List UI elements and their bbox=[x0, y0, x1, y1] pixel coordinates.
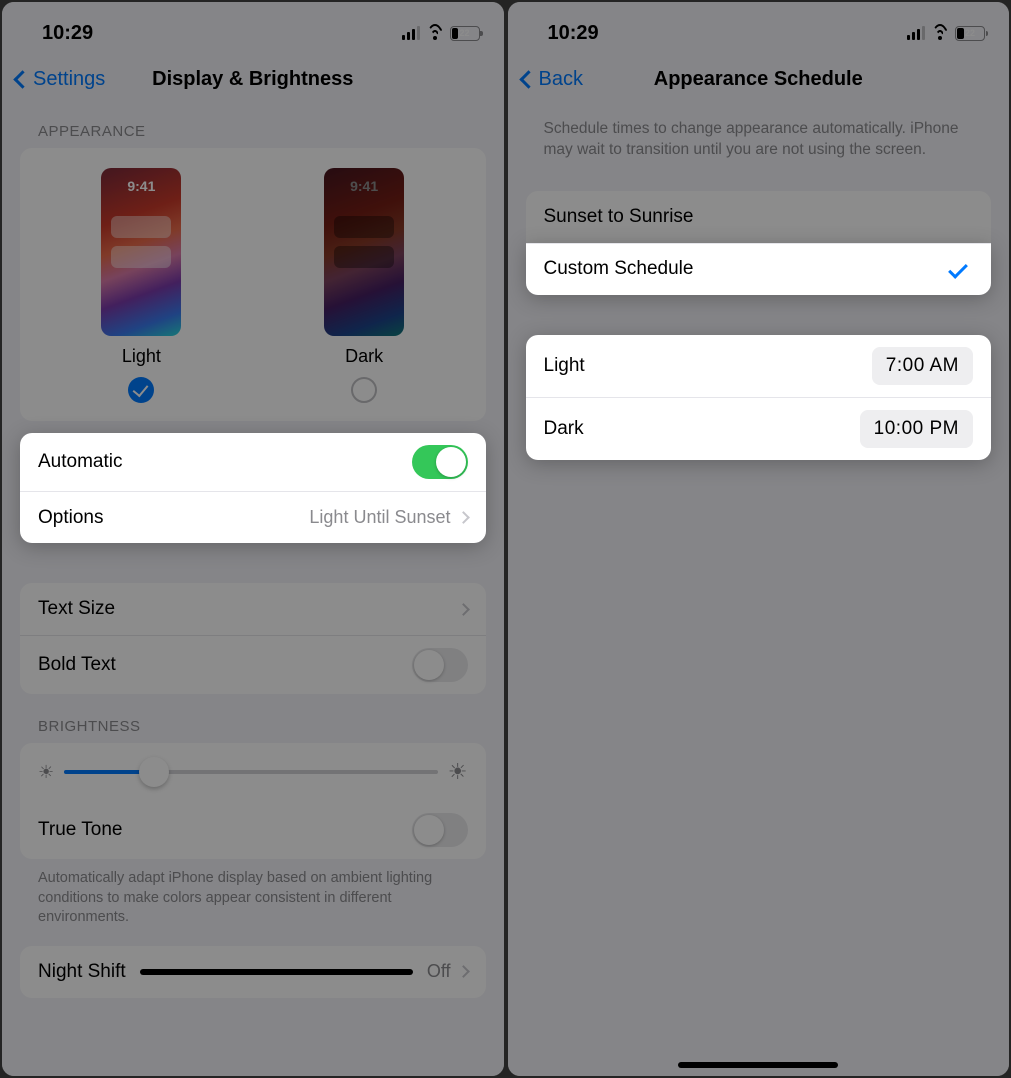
custom-schedule-row[interactable]: Custom Schedule bbox=[526, 243, 992, 295]
chevron-right-icon bbox=[457, 965, 470, 978]
automatic-label: Automatic bbox=[38, 451, 122, 473]
options-value: Light Until Sunset bbox=[309, 507, 450, 528]
automatic-row: Automatic bbox=[20, 433, 486, 491]
page-title: Appearance Schedule bbox=[654, 68, 863, 91]
schedule-type-group: Sunset to Sunrise Custom Schedule bbox=[526, 191, 992, 295]
status-time: 10:29 bbox=[548, 22, 599, 45]
appearance-dark-option[interactable]: 9:41 Dark bbox=[324, 168, 404, 403]
true-tone-description: Automatically adapt iPhone display based… bbox=[2, 859, 504, 946]
automatic-toggle[interactable] bbox=[412, 445, 468, 479]
cellular-icon bbox=[402, 26, 420, 40]
light-radio[interactable] bbox=[128, 377, 154, 403]
slider-thumb[interactable] bbox=[139, 757, 169, 787]
light-time-picker[interactable]: 7:00 AM bbox=[872, 347, 973, 385]
brightness-slider[interactable] bbox=[64, 770, 438, 774]
back-button[interactable]: Back bbox=[522, 68, 583, 91]
screenshot-appearance-schedule: 10:29 22 Back Appearance Schedule Schedu… bbox=[508, 2, 1010, 1076]
night-shift-group: Night Shift Off bbox=[20, 946, 486, 998]
status-bar: 10:29 22 bbox=[508, 2, 1010, 56]
checkmark-icon bbox=[948, 259, 968, 279]
appearance-header: APPEARANCE bbox=[2, 99, 504, 148]
dark-label: Dark bbox=[345, 346, 383, 367]
schedule-description: Schedule times to change appearance auto… bbox=[508, 99, 1010, 171]
chevron-left-icon bbox=[519, 70, 537, 88]
chevron-left-icon bbox=[13, 70, 31, 88]
battery-icon: 22 bbox=[955, 26, 985, 41]
sun-large-icon: ☀︎ bbox=[448, 759, 468, 785]
true-tone-toggle[interactable] bbox=[412, 813, 468, 847]
dark-time-row: Dark 10:00 PM bbox=[526, 397, 992, 460]
options-row[interactable]: Options Light Until Sunset bbox=[20, 491, 486, 543]
home-indicator[interactable] bbox=[678, 1062, 838, 1068]
custom-times-group: Light 7:00 AM Dark 10:00 PM bbox=[526, 335, 992, 460]
sun-small-icon: ☀︎ bbox=[38, 762, 54, 783]
text-size-row[interactable]: Text Size bbox=[20, 583, 486, 635]
automatic-group: Automatic Options Light Until Sunset bbox=[20, 433, 486, 543]
screenshot-display-brightness: 10:29 22 Settings Display & Brightness A… bbox=[2, 2, 504, 1076]
appearance-group: 9:41 Light 9:41 Dark bbox=[20, 148, 486, 421]
night-shift-bar-icon bbox=[140, 969, 413, 975]
dark-time-picker[interactable]: 10:00 PM bbox=[860, 410, 973, 448]
brightness-header: BRIGHTNESS bbox=[2, 694, 504, 743]
back-label: Back bbox=[539, 68, 583, 91]
bold-text-row: Bold Text bbox=[20, 635, 486, 694]
true-tone-row: True Tone bbox=[20, 801, 486, 859]
text-group: Text Size Bold Text bbox=[20, 583, 486, 694]
nav-bar: Back Appearance Schedule bbox=[508, 56, 1010, 99]
back-label: Settings bbox=[33, 68, 105, 91]
status-bar: 10:29 22 bbox=[2, 2, 504, 56]
light-time-row: Light 7:00 AM bbox=[526, 335, 992, 397]
night-shift-row[interactable]: Night Shift Off bbox=[20, 946, 486, 998]
wifi-icon bbox=[931, 26, 949, 40]
dark-preview: 9:41 bbox=[324, 168, 404, 336]
nav-bar: Settings Display & Brightness bbox=[2, 56, 504, 99]
bold-text-toggle[interactable] bbox=[412, 648, 468, 682]
chevron-right-icon bbox=[457, 603, 470, 616]
cellular-icon bbox=[907, 26, 925, 40]
chevron-right-icon bbox=[457, 511, 470, 524]
brightness-group: ☀︎ ☀︎ True Tone bbox=[20, 743, 486, 859]
light-preview: 9:41 bbox=[101, 168, 181, 336]
status-time: 10:29 bbox=[42, 22, 93, 45]
battery-icon: 22 bbox=[450, 26, 480, 41]
light-label: Light bbox=[122, 346, 161, 367]
options-label: Options bbox=[38, 507, 103, 529]
brightness-slider-row: ☀︎ ☀︎ bbox=[20, 743, 486, 801]
page-title: Display & Brightness bbox=[152, 68, 353, 91]
dark-radio[interactable] bbox=[351, 377, 377, 403]
sunset-sunrise-row[interactable]: Sunset to Sunrise bbox=[526, 191, 992, 243]
appearance-light-option[interactable]: 9:41 Light bbox=[101, 168, 181, 403]
back-button[interactable]: Settings bbox=[16, 68, 105, 91]
wifi-icon bbox=[426, 26, 444, 40]
